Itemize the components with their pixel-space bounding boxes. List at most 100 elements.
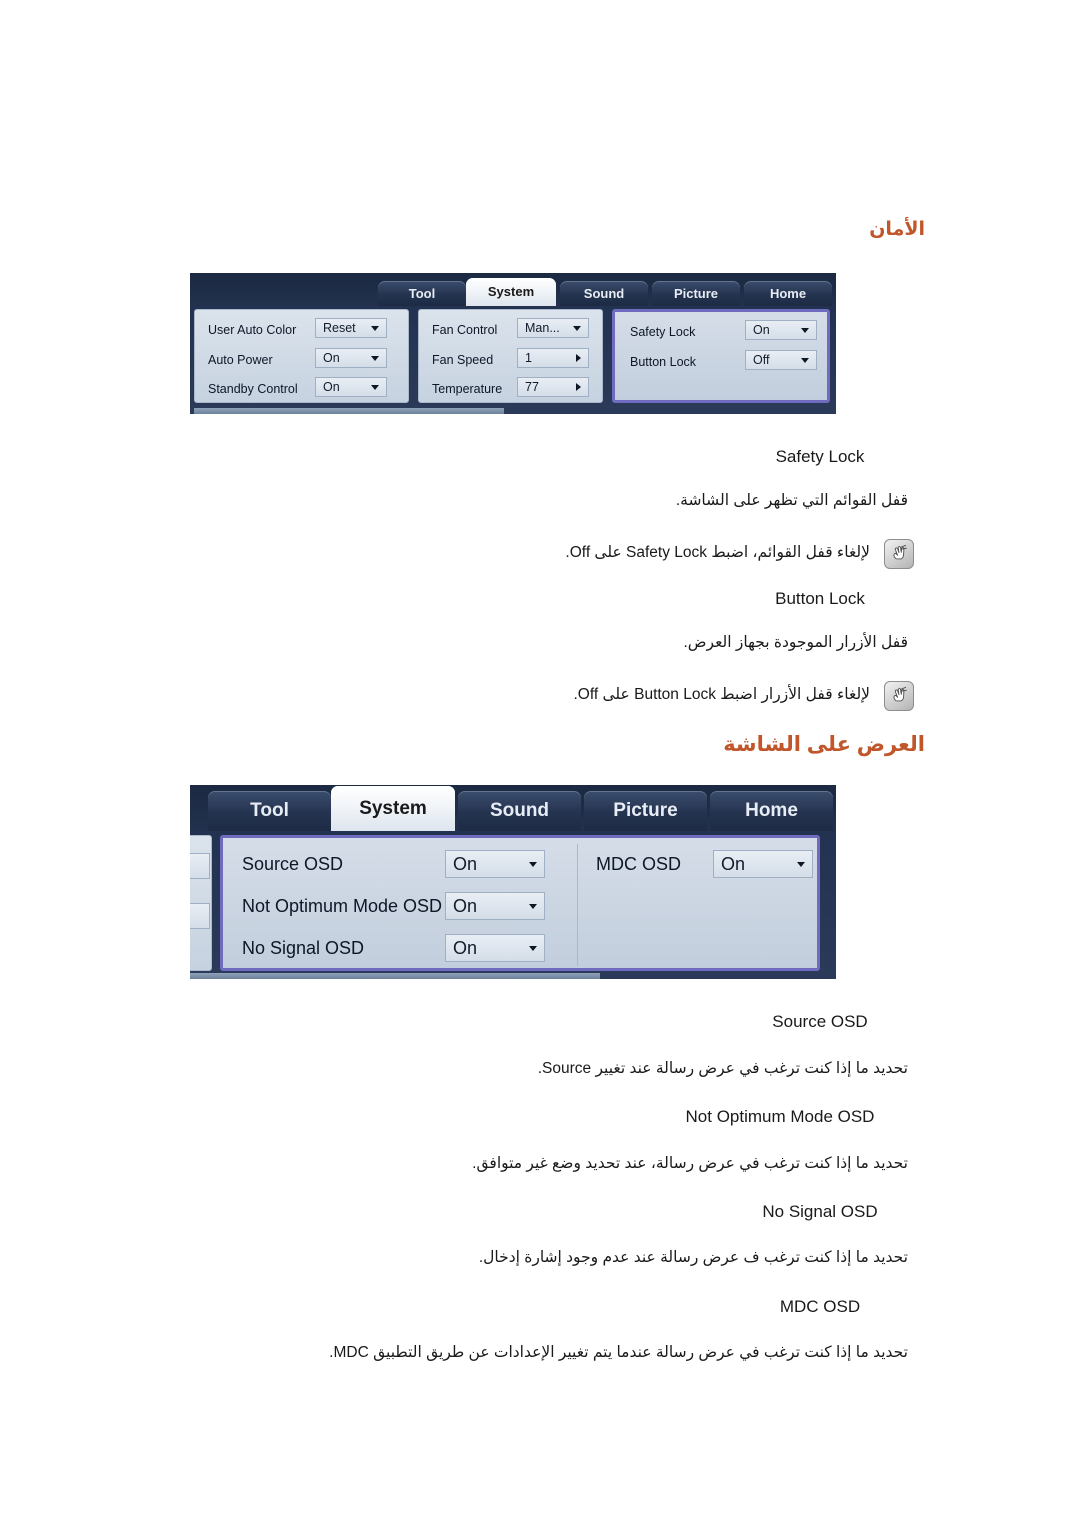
desc-button-lock: قفل الأزرار الموجودة بجهاز العرض. [683,634,908,651]
desc-no-signal-osd: تحديد ما إذا كنت ترغب ف عرض رسالة عند عد… [478,1249,908,1266]
desc-source-osd: تحديد ما إذا كنت ترغب في عرض رسالة عند ت… [537,1060,908,1077]
term-mdc-osd: MDC OSD [779,1297,861,1316]
mdc-field-partial-left-top [190,853,210,879]
mdc-setting-label: Fan Control [425,323,497,337]
mdc-tab-sound[interactable]: Sound [560,281,648,306]
mdc-dropdown-user-auto-color[interactable]: Reset [315,318,387,338]
note-hand-icon [884,539,914,569]
chevron-down-icon [371,384,379,390]
chevron-down-icon [573,325,581,331]
mdc-setting-label: User Auto Color [201,323,296,337]
term-not-optimum-mode-osd: Not Optimum Mode OSD [685,1107,875,1126]
mdc-tab-picture[interactable]: Picture [652,281,740,306]
mdc-tab-label: Tool [408,286,436,301]
mdc-group-lock-settings: Safety Lock On Button Lock Off [612,309,830,403]
mdc-panel-bottom-edge [194,408,504,414]
chevron-right-icon [576,354,581,362]
chevron-down-icon [529,903,537,909]
mdc-spinner-value: 77 [525,380,539,394]
mdc-dropdown-value: Man... [525,321,560,335]
mdc-dropdown-value: On [453,853,478,874]
chevron-down-icon [529,861,537,867]
mdc-dropdown-no-signal-osd[interactable]: On [445,934,545,962]
chevron-down-icon [529,945,537,951]
page-heading-osd: العرض على الشاشة [723,733,925,756]
mdc-screenshot-osd: Home Picture Sound System Tool Source OS… [190,785,836,979]
mdc-dropdown-value: On [753,323,770,337]
mdc-tab-label: System [487,284,535,299]
mdc-group-display-settings: User Auto Color Reset Auto Power On Stan… [194,309,409,403]
mdc-dropdown-standby-control[interactable]: On [315,377,387,397]
note-hand-icon [884,681,914,711]
note-button-lock: لإلغاء قفل الأزرار اضبط Button Lock على … [573,686,870,703]
mdc-tab-system[interactable]: System [331,786,455,831]
mdc-dropdown-value: On [721,853,746,874]
mdc-tab-label: Tool [250,800,289,821]
mdc-setting-label: Temperature [425,382,502,396]
mdc-tabbar-security: Home Picture Sound System Tool [190,273,836,306]
note-safety-lock: لإلغاء قفل القوائم، اضبط Safety Lock على… [565,544,870,561]
mdc-setting-label: Fan Speed [425,353,493,367]
chevron-right-icon [576,383,581,391]
chevron-down-icon [371,325,379,331]
mdc-dropdown-value: Off [753,353,770,367]
mdc-setting-label: Standby Control [201,382,298,396]
mdc-dropdown-fan-control[interactable]: Man... [517,318,589,338]
mdc-dropdown-auto-power[interactable]: On [315,348,387,368]
mdc-tab-home[interactable]: Home [744,281,832,306]
mdc-dropdown-value: On [453,895,478,916]
mdc-dropdown-not-optimum-mode-osd[interactable]: On [445,892,545,920]
page-heading-security: الأمان [869,219,925,240]
mdc-group-osd-settings: Source OSD On Not Optimum Mode OSD On No… [220,835,820,971]
term-safety-lock: Safety Lock [775,447,865,466]
mdc-tab-label: Sound [489,800,550,821]
mdc-setting-label: Button Lock [623,355,696,369]
mdc-setting-label: Safety Lock [623,325,695,339]
mdc-dropdown-source-osd[interactable]: On [445,850,545,878]
mdc-dropdown-button-lock[interactable]: Off [745,350,817,370]
mdc-dropdown-mdc-osd[interactable]: On [713,850,813,878]
chevron-down-icon [801,357,809,363]
mdc-tab-home[interactable]: Home [710,791,833,831]
mdc-setting-label: No Signal OSD [235,938,364,959]
desc-safety-lock: قفل القوائم التي تظهر على الشاشة. [675,492,908,509]
mdc-dropdown-value: On [323,380,340,394]
mdc-tab-label: Sound [583,286,625,301]
mdc-body-osd: Source OSD On Not Optimum Mode OSD On No… [190,831,836,979]
chevron-down-icon [371,355,379,361]
mdc-tab-label: Home [745,800,798,821]
mdc-dropdown-safety-lock[interactable]: On [745,320,817,340]
chevron-down-icon [801,327,809,333]
mdc-group-fan-temperature: Fan Control Man... Fan Speed 1 Temperatu… [418,309,603,403]
mdc-panel-bottom-edge [190,973,600,979]
mdc-tab-label: Home [769,286,807,301]
mdc-spinner-value: 1 [525,351,532,365]
mdc-tab-picture[interactable]: Picture [584,791,707,831]
term-source-osd: Source OSD [772,1012,868,1031]
mdc-tab-tool[interactable]: Tool [378,281,466,306]
mdc-setting-label: MDC OSD [589,854,681,875]
mdc-group-divider [577,844,578,966]
mdc-dropdown-value: Reset [323,321,356,335]
desc-mdc-osd: تحديد ما إذا كنت ترغب في عرض رسالة عندما… [329,1344,908,1361]
term-no-signal-osd: No Signal OSD [762,1202,878,1221]
term-button-lock: Button Lock [775,589,865,608]
chevron-down-icon [797,861,805,867]
mdc-dropdown-value: On [453,937,478,958]
mdc-tab-label: Picture [613,800,678,821]
mdc-field-partial-left-bottom [190,903,210,929]
mdc-spinner-fan-speed[interactable]: 1 [517,348,589,368]
mdc-setting-label: Source OSD [235,854,343,875]
mdc-tab-system[interactable]: System [466,278,556,306]
mdc-screenshot-security: Home Picture Sound System Tool User Auto… [190,273,836,414]
mdc-dropdown-value: On [323,351,340,365]
mdc-setting-label: Not Optimum Mode OSD [235,896,442,917]
mdc-tabbar-osd: Home Picture Sound System Tool [190,785,836,831]
mdc-tab-sound[interactable]: Sound [458,791,581,831]
desc-not-optimum-mode-osd: تحديد ما إذا كنت ترغب في عرض رسالة، عند … [472,1155,908,1172]
mdc-spinner-temperature[interactable]: 77 [517,377,589,397]
mdc-tab-label: System [359,798,427,819]
mdc-setting-label: Auto Power [201,353,273,367]
mdc-tab-label: Picture [673,286,719,301]
mdc-tab-tool[interactable]: Tool [208,791,331,831]
